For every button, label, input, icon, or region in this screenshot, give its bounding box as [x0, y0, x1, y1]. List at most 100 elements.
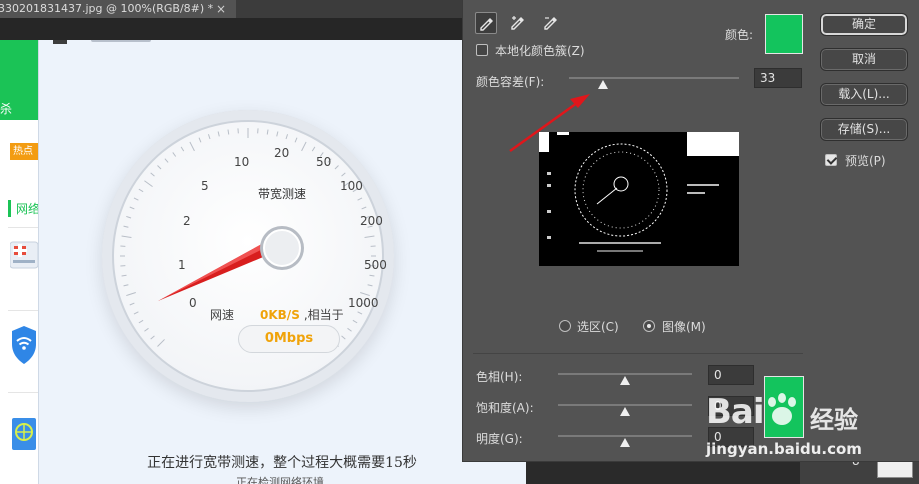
fuzziness-input[interactable]: 33 — [754, 68, 802, 88]
left-divider — [8, 392, 38, 393]
wifi-shield-icon — [12, 326, 36, 364]
eyedropper-add-tool[interactable] — [507, 12, 529, 34]
eyedropper-tool[interactable] — [475, 12, 497, 34]
gauge-tick — [129, 302, 135, 306]
speed-value: 0KB/S — [260, 308, 300, 322]
load-button[interactable]: 载入(L)... — [820, 83, 908, 106]
gauge-tick — [207, 134, 211, 140]
gauge-tick — [157, 165, 162, 170]
gauge-tick — [123, 284, 129, 287]
gauge-tick — [367, 284, 373, 287]
gauge-scale-label: 0 — [189, 296, 197, 310]
gauge-scale-label: 200 — [360, 214, 383, 228]
ok-button[interactable]: 确定 — [820, 13, 908, 36]
saturation-slider-track[interactable] — [558, 404, 692, 406]
save-button[interactable]: 存储(S)... — [820, 118, 908, 141]
document-tab-close-icon[interactable]: × — [216, 0, 226, 18]
gauge-scale-label: 50 — [316, 155, 332, 169]
lightness-slider-track[interactable] — [558, 435, 692, 437]
lightness-label: 明度(G): — [476, 432, 523, 446]
watermark-cn: 经验 — [810, 406, 858, 434]
baidu-jingyan-watermark: Bai 经验 jingyan.baidu.com — [706, 392, 886, 472]
gauge-tick — [357, 311, 363, 315]
gauge-tick — [341, 335, 346, 340]
speed-gauge — [102, 110, 394, 402]
document-tab-title: 330201831437.jpg @ 100%(RGB/8#) * — [0, 2, 214, 15]
selection-radio[interactable] — [559, 320, 571, 332]
gauge-tick — [227, 129, 230, 135]
cancel-button[interactable]: 取消 — [820, 48, 908, 71]
gauge-tick — [133, 197, 139, 201]
gauge-tick — [294, 137, 298, 143]
gauge-tick — [217, 131, 220, 137]
gauge-title: 带宽测速 — [258, 187, 307, 201]
localized-clusters-checkbox[interactable] — [476, 44, 488, 56]
gauge-tick — [157, 339, 165, 347]
gauge-tick — [121, 274, 127, 277]
hot-badge: 热点 — [10, 143, 38, 160]
gauge-tick — [138, 319, 144, 324]
gauge-tick — [180, 146, 185, 152]
gauge-tick — [138, 188, 144, 193]
hue-slider-thumb[interactable] — [620, 376, 630, 385]
card-header-icon — [53, 40, 67, 44]
gauge-tick — [347, 327, 352, 332]
document-tab[interactable]: 330201831437.jpg @ 100%(RGB/8#) * × — [0, 0, 236, 18]
gauge-tick — [352, 319, 358, 324]
fuzziness-slider-track[interactable] — [569, 77, 739, 79]
gauge-scale-label: 5 — [201, 179, 209, 193]
speed-equivalent-label: 相当于 — [307, 308, 344, 322]
fuzziness-label: 颜色容差(F): — [476, 75, 545, 89]
baidu-paw-icon — [768, 393, 796, 425]
gauge-tick — [144, 180, 153, 188]
selection-preview — [539, 132, 739, 266]
document-tab-bar: 330201831437.jpg @ 100%(RGB/8#) * × — [0, 0, 462, 18]
lightness-slider-thumb[interactable] — [620, 438, 630, 447]
left-nav-green-panel: 杀 — [0, 40, 38, 120]
gauge-tick — [123, 225, 129, 228]
gauge-tick — [276, 131, 279, 137]
gauge-tick — [311, 146, 316, 152]
preview-checkbox[interactable] — [825, 154, 837, 166]
document-canvas: 杀 热点 网络 0 1 2 5 10 20 50 100 200 500 100… — [0, 40, 526, 484]
gauge-tick — [172, 152, 177, 157]
selection-radio-label: 选区(C) — [577, 320, 619, 334]
image-radio[interactable] — [643, 320, 655, 332]
fuzziness-slider-thumb[interactable] — [598, 80, 608, 89]
hue-label: 色相(H): — [476, 370, 523, 384]
gauge-tick — [126, 291, 136, 297]
gauge-tick — [121, 235, 132, 239]
gauge-tick — [150, 172, 155, 177]
hue-slider-track[interactable] — [558, 373, 692, 375]
speed-test-message: 正在进行宽带测速，整个过程大概需要15秒 — [147, 455, 417, 471]
speed-readout-row: 网速 0KB/S ,相当于 — [210, 308, 344, 322]
gauge-tick — [364, 235, 375, 239]
gauge-tick — [129, 206, 135, 210]
gauge-scale-label: 500 — [364, 258, 387, 272]
saturation-label: 饱和度(A): — [476, 401, 534, 415]
gauge-tick — [369, 274, 375, 277]
gauge-tick — [150, 335, 155, 340]
eyedropper-icon — [480, 18, 493, 31]
target-color-swatch[interactable] — [765, 14, 803, 54]
gauge-scale-label: 1 — [178, 258, 186, 272]
localized-clusters-label: 本地化颜色簇(Z) — [495, 44, 585, 58]
gauge-tick — [198, 137, 202, 143]
left-divider — [8, 310, 38, 311]
hue-input[interactable]: 0 — [708, 365, 754, 385]
gauge-tick — [133, 311, 139, 315]
saturation-slider-thumb[interactable] — [620, 407, 630, 416]
eyedropper-subtract-tool[interactable] — [540, 12, 562, 34]
gauge-scale-label: 100 — [340, 179, 363, 193]
gauge-scale-label: 2 — [183, 214, 191, 228]
left-divider — [8, 227, 38, 228]
gauge-tick — [357, 197, 363, 201]
gauge-dial — [120, 128, 376, 347]
watermark-url: jingyan.baidu.com — [706, 440, 862, 458]
gauge-tick — [144, 327, 149, 332]
card-header-title — [91, 40, 151, 42]
dialog-divider — [473, 353, 803, 354]
gauge-scale-label: 20 — [274, 146, 290, 160]
gauge-tick — [285, 134, 289, 140]
gauge-tick — [334, 165, 339, 170]
